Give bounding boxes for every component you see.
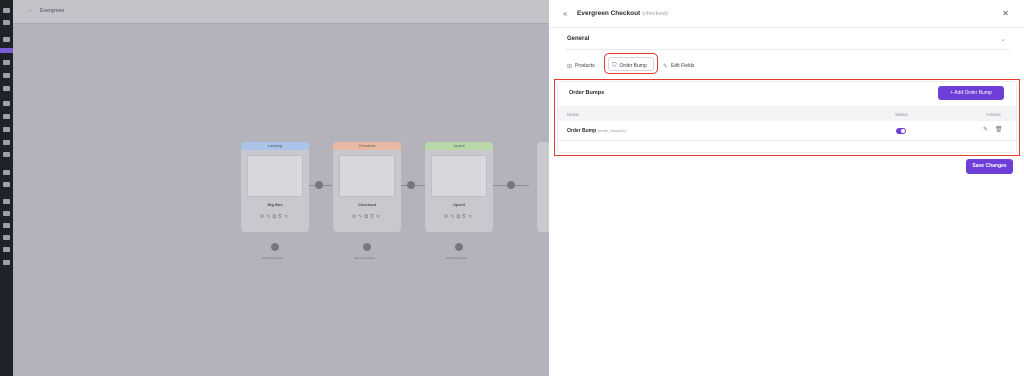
funnels-icon[interactable]: [0, 48, 13, 53]
automation-node[interactable]: [363, 243, 371, 251]
step-name: Upsell: [452, 202, 465, 207]
grid-icon: ⊞: [567, 63, 573, 70]
step-card-landing[interactable]: Landing Big Bus ⚙✎⧉⎘✕: [241, 142, 309, 232]
column-status: Status: [895, 112, 908, 117]
column-name: Name: [567, 112, 580, 117]
step-card-partial[interactable]: [537, 142, 549, 232]
settings-icon[interactable]: [3, 211, 10, 216]
tab-edit-fields[interactable]: ✎ Edit Fields: [663, 60, 694, 72]
status-toggle[interactable]: [896, 128, 906, 134]
comments-icon[interactable]: [3, 86, 10, 91]
automation-label: Add Automation: [354, 256, 376, 260]
admin-sidebar: [0, 0, 13, 376]
products-icon[interactable]: [3, 114, 10, 119]
pencil-icon: ✎: [663, 63, 669, 70]
step-tools[interactable]: ⚙✎⧉⎘✕: [333, 214, 401, 220]
payments-icon[interactable]: [3, 127, 10, 132]
step-card-upsell[interactable]: Upsell Upsell ⚙✎⧉⎘✕: [425, 142, 493, 232]
step-name: Checkout: [357, 202, 377, 207]
analytics-icon[interactable]: [3, 140, 10, 145]
posts-icon[interactable]: [3, 20, 10, 25]
column-actions: Actions: [986, 112, 1001, 117]
tab-label: Products: [575, 63, 595, 69]
plugins-icon[interactable]: [3, 182, 10, 187]
automation-label: Add Automation: [446, 256, 468, 260]
users-icon[interactable]: [3, 223, 10, 228]
step-settings-panel: « Evergreen Checkout (checkout) ✕ General…: [549, 0, 1024, 376]
woocommerce-icon[interactable]: [3, 101, 10, 106]
step-preview: [247, 155, 303, 197]
connector-node[interactable]: [407, 181, 415, 189]
divider: [558, 140, 1016, 141]
general-section-toggle[interactable]: General: [567, 36, 589, 42]
tab-products[interactable]: ⊞ Products: [567, 60, 595, 72]
funnel-title: Evergreen: [40, 8, 65, 14]
media-icon[interactable]: [3, 60, 10, 65]
close-icon[interactable]: ✕: [1002, 9, 1009, 18]
divider: [565, 49, 1010, 50]
step-header: Upsell: [425, 142, 493, 150]
step-header: Checkout: [333, 142, 401, 150]
canvas-topbar: ← Evergreen: [13, 0, 549, 24]
step-name: Big Bus: [267, 202, 283, 207]
dashboard-icon[interactable]: [3, 8, 10, 13]
tab-order-bump[interactable]: ⛉ Order Bump: [612, 60, 647, 72]
automation-label: Add Automation: [262, 256, 284, 260]
panel-title: Evergreen Checkout (checkout): [577, 10, 668, 17]
pencil-icon[interactable]: ✎: [983, 126, 988, 133]
order-bump-slug: (order_bump#1): [597, 128, 627, 133]
double-chevron-left-icon[interactable]: «: [563, 9, 567, 18]
tab-label: Edit Fields: [671, 63, 695, 69]
step-tools[interactable]: ⚙✎⧉⎘✕: [425, 214, 493, 220]
step-preview: [431, 155, 487, 197]
automation-node[interactable]: [271, 243, 279, 251]
step-card-checkout[interactable]: Checkout Checkout ⚙✎⧉⎘✕: [333, 142, 401, 232]
trash-icon[interactable]: 🗑: [995, 126, 1003, 133]
connector-node[interactable]: [315, 181, 323, 189]
chevron-down-icon[interactable]: ⌄: [1000, 35, 1006, 43]
tab-label: Order Bump: [619, 63, 647, 69]
pages-icon[interactable]: [3, 73, 10, 78]
step-preview: [339, 155, 395, 197]
step-tools[interactable]: ⚙✎⧉⎘✕: [241, 214, 309, 220]
funnel-canvas: ← Evergreen Landing Big Bus ⚙✎⧉⎘✕ Checko…: [13, 0, 549, 376]
appearance-icon[interactable]: [3, 170, 10, 175]
cart-icon: ⛉: [612, 62, 617, 69]
blocks-icon[interactable]: [3, 247, 10, 252]
table-header: [558, 106, 1016, 121]
panel-header: « Evergreen Checkout (checkout) ✕: [549, 0, 1024, 28]
order-bump-name[interactable]: Order Bump (order_bump#1): [567, 128, 626, 134]
pin-icon[interactable]: [3, 37, 10, 42]
tools-icon[interactable]: [3, 199, 10, 204]
marketing-icon[interactable]: [3, 152, 10, 157]
panel-subtitle: (checkout): [642, 11, 668, 17]
collapse-menu-icon[interactable]: [3, 260, 10, 265]
automation-node[interactable]: [455, 243, 463, 251]
save-changes-button[interactable]: Save Changes: [966, 159, 1013, 174]
step-header: Landing: [241, 142, 309, 150]
wrench-icon[interactable]: [3, 235, 10, 240]
order-bumps-title: Order Bumps: [569, 90, 605, 96]
add-order-bump-button[interactable]: + Add Order Bump: [938, 86, 1004, 100]
back-arrow-icon[interactable]: ←: [27, 7, 34, 14]
connector-node[interactable]: [507, 181, 515, 189]
